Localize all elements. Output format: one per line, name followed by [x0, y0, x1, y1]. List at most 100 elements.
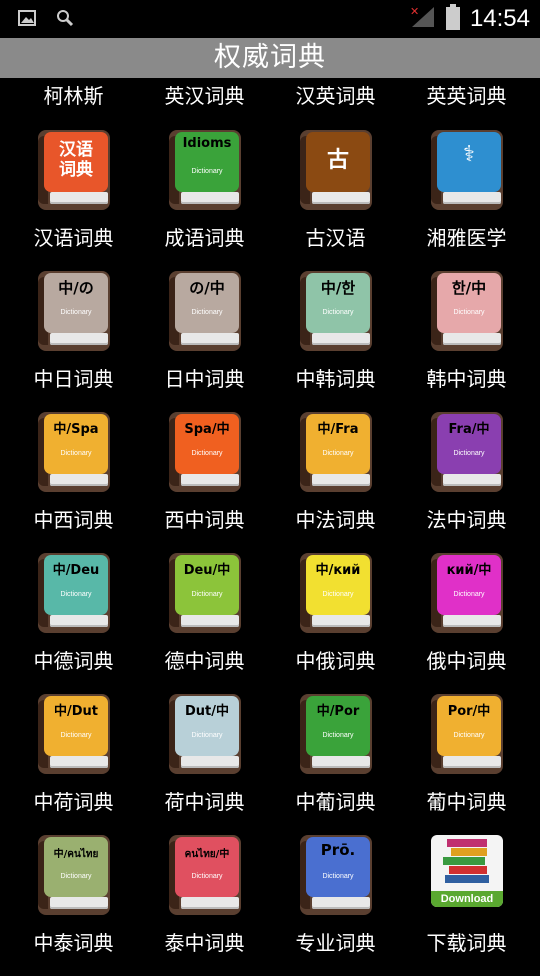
dictionary-item-label: 专业词典: [295, 931, 376, 955]
download-label: Download: [431, 891, 503, 907]
dictionary-item-label: 中法词典: [295, 508, 376, 532]
dictionary-item[interactable]: Fra/中 Dictionary 法中词典: [401, 412, 532, 553]
dictionary-item[interactable]: 中/Dut Dictionary 中荷词典: [8, 694, 139, 835]
dictionary-icon: 中/한 Dictionary: [300, 271, 372, 351]
cover-title: 中/кий: [315, 563, 361, 578]
dictionary-item[interactable]: คนไทย/中 Dictionary 泰中词典: [139, 835, 270, 976]
dictionary-icon: 中/คนไทย Dictionary: [38, 835, 110, 915]
cover-subtitle: Dictionary: [60, 591, 92, 598]
svg-text:✕: ✕: [410, 5, 419, 18]
dictionary-item[interactable]: Idioms Dictionary 成语词典: [139, 130, 270, 271]
clock: 14:54: [469, 5, 530, 32]
dictionary-icon: Por/中 Dictionary: [431, 694, 503, 774]
dictionary-item[interactable]: Download 下载词典: [401, 835, 532, 976]
cover-subtitle: Dictionary: [60, 450, 92, 457]
cover-title: 中/の: [58, 279, 94, 297]
dictionary-item[interactable]: 中/Por Dictionary 中葡词典: [270, 694, 401, 835]
dictionary-icon: คนไทย/中 Dictionary: [169, 835, 241, 915]
cover-subtitle: Dictionary: [60, 309, 92, 316]
cover-subtitle: Dictionary: [453, 591, 485, 598]
dictionary-item[interactable]: Dut/中 Dictionary 荷中词典: [139, 694, 270, 835]
dictionary-item[interactable]: Prō. Dictionary 专业词典: [270, 835, 401, 976]
cover-title: คนไทย/中: [184, 849, 230, 860]
dictionary-item-label: 成语词典: [164, 226, 245, 250]
cover-title: Idioms: [182, 136, 232, 151]
battery-icon: [445, 4, 460, 34]
page-title: 权威词典: [214, 42, 326, 73]
dictionary-item[interactable]: 中/の Dictionary 中日词典: [8, 271, 139, 412]
dictionary-item[interactable]: 汉语 词典 汉语词典: [8, 130, 139, 271]
cover-subtitle: Dictionary: [322, 450, 354, 457]
dictionary-item[interactable]: Deu/中 Dictionary 德中词典: [139, 553, 270, 694]
cover-title: Dut/中: [184, 704, 229, 719]
cover-subtitle: Dictionary: [322, 873, 354, 880]
dictionary-icon: 한/中 Dictionary: [431, 271, 503, 351]
cover-title: Fra/中: [448, 422, 490, 437]
cover-title: Prō.: [320, 841, 356, 859]
cover-subtitle: Dictionary: [191, 873, 223, 880]
dictionary-item[interactable]: 中/Deu Dictionary 中德词典: [8, 553, 139, 694]
dictionary-item[interactable]: 한/中 Dictionary 韩中词典: [401, 271, 532, 412]
dictionary-icon: 汉语 词典: [38, 130, 110, 210]
dictionary-item-en-en[interactable]: 英英词典: [401, 80, 532, 109]
dictionary-icon: 中/Dut Dictionary: [38, 694, 110, 774]
dictionary-item[interactable]: ⚕ 湘雅医学: [401, 130, 532, 271]
cover-title: кий/中: [446, 563, 492, 578]
cover-title: 中/คนไทย: [53, 849, 99, 860]
cover-subtitle: Dictionary: [60, 873, 92, 880]
cover-title: Spa/中: [184, 422, 230, 437]
cover-subtitle: Dictionary: [322, 591, 354, 598]
dictionary-item[interactable]: 中/Fra Dictionary 中法词典: [270, 412, 401, 553]
dictionary-item-label: 中俄词典: [295, 649, 376, 673]
dictionary-item[interactable]: Por/中 Dictionary 葡中词典: [401, 694, 532, 835]
dictionary-icon: の/中 Dictionary: [169, 271, 241, 351]
dictionary-item[interactable]: 中/한 Dictionary 中韩词典: [270, 271, 401, 412]
dictionary-icon: 中/Por Dictionary: [300, 694, 372, 774]
cover-title: 中/Por: [316, 704, 360, 719]
dictionary-item-label: 韩中词典: [426, 367, 507, 391]
dictionary-item[interactable]: кий/中 Dictionary 俄中词典: [401, 553, 532, 694]
dictionary-item-label: 俄中词典: [426, 649, 507, 673]
cover-title: ⚕: [463, 142, 475, 167]
no-signal-icon: ✕: [410, 5, 436, 33]
title-bar: 权威词典: [0, 38, 540, 78]
dictionary-item-label: 中葡词典: [295, 790, 376, 814]
cover-title: 中/Dut: [53, 704, 98, 719]
dictionary-item-label: 中德词典: [33, 649, 114, 673]
dictionary-icon: 古: [300, 130, 372, 210]
dictionary-icon: 中/Deu Dictionary: [38, 553, 110, 633]
dictionary-item[interactable]: 中/คนไทย Dictionary 中泰词典: [8, 835, 139, 976]
cover-subtitle: Dictionary: [453, 450, 485, 457]
dictionary-icon: кий/中 Dictionary: [431, 553, 503, 633]
dictionary-item[interactable]: 中/кий Dictionary 中俄词典: [270, 553, 401, 694]
dictionary-icon: Spa/中 Dictionary: [169, 412, 241, 492]
dictionary-item-label: 西中词典: [164, 508, 245, 532]
dictionary-item-label: 下载词典: [426, 931, 507, 955]
cover-title: Deu/中: [183, 563, 231, 578]
dictionary-item-label: 日中词典: [164, 367, 245, 391]
dictionary-item[interactable]: の/中 Dictionary 日中词典: [139, 271, 270, 412]
dictionary-icon: 中/Fra Dictionary: [300, 412, 372, 492]
dictionary-item[interactable]: 中/Spa Dictionary 中西词典: [8, 412, 139, 553]
cover-subtitle: Dictionary: [191, 591, 223, 598]
cover-title: 古: [326, 148, 349, 173]
cover-subtitle: Dictionary: [322, 309, 354, 316]
dictionary-item-collins[interactable]: 柯林斯: [8, 80, 139, 109]
partial-row: 柯林斯 英汉词典 汉英词典 英英词典: [0, 80, 540, 110]
dictionary-item-zh-en[interactable]: 汉英词典: [270, 80, 401, 109]
status-bar: ✕ 14:54: [0, 0, 540, 38]
dictionary-item-label: 荷中词典: [164, 790, 245, 814]
cover-title: 汉语 词典: [59, 140, 93, 180]
cover-subtitle: Dictionary: [60, 732, 92, 739]
dictionary-item[interactable]: 古古汉语: [270, 130, 401, 271]
dictionary-icon: ⚕: [431, 130, 503, 210]
dictionary-item[interactable]: Spa/中 Dictionary 西中词典: [139, 412, 270, 553]
cover-title: Por/中: [447, 704, 491, 719]
books-stack-icon: [443, 839, 489, 883]
dictionary-icon: 中/Spa Dictionary: [38, 412, 110, 492]
dictionary-item-en-zh[interactable]: 英汉词典: [139, 80, 270, 109]
image-icon: [18, 10, 36, 30]
cover-title: 한/中: [451, 279, 487, 297]
dictionary-icon: Fra/中 Dictionary: [431, 412, 503, 492]
dictionary-item-label: 汉语词典: [33, 226, 114, 250]
